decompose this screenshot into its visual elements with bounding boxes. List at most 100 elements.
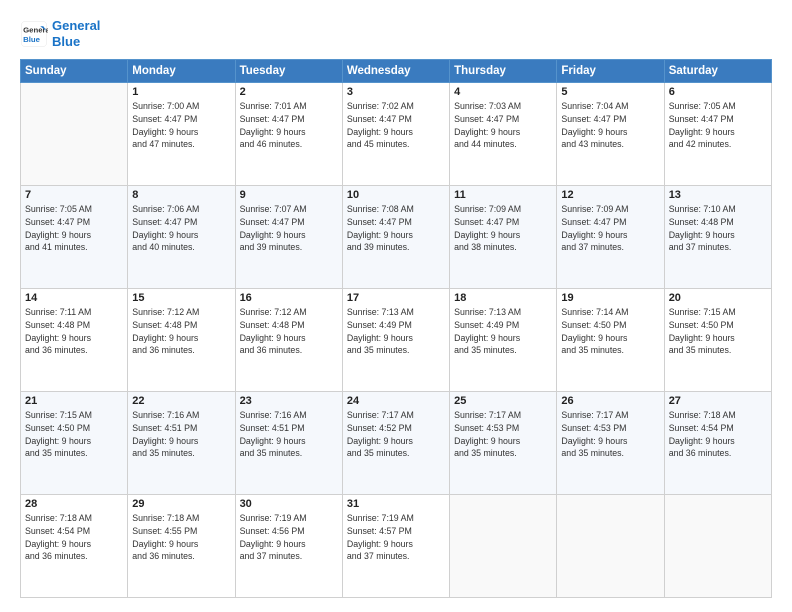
calendar-cell [664,495,771,598]
calendar-header-wednesday: Wednesday [342,60,449,83]
day-detail: Sunrise: 7:16 AM Sunset: 4:51 PM Dayligh… [132,409,230,460]
day-detail: Sunrise: 7:08 AM Sunset: 4:47 PM Dayligh… [347,203,445,254]
calendar-cell: 23 Sunrise: 7:16 AM Sunset: 4:51 PM Dayli… [235,392,342,495]
day-detail: Sunrise: 7:17 AM Sunset: 4:53 PM Dayligh… [454,409,552,460]
day-number: 12 [561,189,659,201]
day-number: 9 [240,189,338,201]
day-number: 21 [25,395,123,407]
calendar-cell: 11 Sunrise: 7:09 AM Sunset: 4:47 PM Dayli… [450,186,557,289]
calendar-cell: 24 Sunrise: 7:17 AM Sunset: 4:52 PM Dayli… [342,392,449,495]
day-detail: Sunrise: 7:13 AM Sunset: 4:49 PM Dayligh… [454,306,552,357]
calendar-cell: 6 Sunrise: 7:05 AM Sunset: 4:47 PM Daylig… [664,83,771,186]
calendar-cell [21,83,128,186]
day-number: 16 [240,292,338,304]
calendar-cell: 2Sunrise: 7:01 AM Sunset: 4:47 PM Daylig… [235,83,342,186]
day-detail: Sunrise: 7:14 AM Sunset: 4:50 PM Dayligh… [561,306,659,357]
calendar-cell: 5 Sunrise: 7:04 AM Sunset: 4:47 PM Daylig… [557,83,664,186]
day-number: 10 [347,189,445,201]
day-number: 24 [347,395,445,407]
day-number: 17 [347,292,445,304]
day-number: 26 [561,395,659,407]
day-number: 19 [561,292,659,304]
calendar-cell: 22 Sunrise: 7:16 AM Sunset: 4:51 PM Dayli… [128,392,235,495]
day-detail: Sunrise: 7:17 AM Sunset: 4:53 PM Dayligh… [561,409,659,460]
day-detail: Sunrise: 7:05 AM Sunset: 4:47 PM Dayligh… [25,203,123,254]
day-detail: Sunrise: 7:00 AM Sunset: 4:47 PM Dayligh… [132,100,230,151]
day-detail: Sunrise: 7:04 AM Sunset: 4:47 PM Dayligh… [561,100,659,151]
calendar-header-sunday: Sunday [21,60,128,83]
day-detail: Sunrise: 7:02 AM Sunset: 4:47 PM Dayligh… [347,100,445,151]
day-number: 30 [240,498,338,510]
day-number: 20 [669,292,767,304]
day-number: 22 [132,395,230,407]
calendar-cell: 4 Sunrise: 7:03 AM Sunset: 4:47 PM Daylig… [450,83,557,186]
calendar-week-4: 21 Sunrise: 7:15 AM Sunset: 4:50 PM Dayli… [21,392,772,495]
day-number: 2 [240,86,338,98]
day-number: 4 [454,86,552,98]
day-detail: Sunrise: 7:16 AM Sunset: 4:51 PM Dayligh… [240,409,338,460]
day-number: 8 [132,189,230,201]
day-number: 14 [25,292,123,304]
day-detail: Sunrise: 7:15 AM Sunset: 4:50 PM Dayligh… [25,409,123,460]
calendar-cell [450,495,557,598]
calendar-cell: 14 Sunrise: 7:11 AM Sunset: 4:48 PM Dayli… [21,289,128,392]
calendar-cell: 12 Sunrise: 7:09 AM Sunset: 4:47 PM Dayli… [557,186,664,289]
calendar-week-2: 7 Sunrise: 7:05 AM Sunset: 4:47 PM Daylig… [21,186,772,289]
calendar-cell: 26 Sunrise: 7:17 AM Sunset: 4:53 PM Dayli… [557,392,664,495]
calendar-header-friday: Friday [557,60,664,83]
calendar-cell: 8 Sunrise: 7:06 AM Sunset: 4:47 PM Daylig… [128,186,235,289]
calendar-cell: 21 Sunrise: 7:15 AM Sunset: 4:50 PM Dayli… [21,392,128,495]
calendar-cell: 30 Sunrise: 7:19 AM Sunset: 4:56 PM Dayli… [235,495,342,598]
calendar-header-monday: Monday [128,60,235,83]
calendar-week-3: 14 Sunrise: 7:11 AM Sunset: 4:48 PM Dayli… [21,289,772,392]
calendar-cell: 19 Sunrise: 7:14 AM Sunset: 4:50 PM Dayli… [557,289,664,392]
day-number: 31 [347,498,445,510]
calendar-cell: 29Sunrise: 7:18 AM Sunset: 4:55 PM Dayli… [128,495,235,598]
day-detail: Sunrise: 7:12 AM Sunset: 4:48 PM Dayligh… [132,306,230,357]
day-number: 23 [240,395,338,407]
calendar-header-saturday: Saturday [664,60,771,83]
day-number: 27 [669,395,767,407]
day-detail: Sunrise: 7:06 AM Sunset: 4:47 PM Dayligh… [132,203,230,254]
day-detail: Sunrise: 7:09 AM Sunset: 4:47 PM Dayligh… [561,203,659,254]
calendar-table: SundayMondayTuesdayWednesdayThursdayFrid… [20,59,772,598]
calendar-cell: 13 Sunrise: 7:10 AM Sunset: 4:48 PM Dayli… [664,186,771,289]
day-detail: Sunrise: 7:19 AM Sunset: 4:57 PM Dayligh… [347,512,445,563]
day-number: 1 [132,86,230,98]
calendar-cell: 10 Sunrise: 7:08 AM Sunset: 4:47 PM Dayli… [342,186,449,289]
day-detail: Sunrise: 7:11 AM Sunset: 4:48 PM Dayligh… [25,306,123,357]
day-detail: Sunrise: 7:10 AM Sunset: 4:48 PM Dayligh… [669,203,767,254]
calendar-cell: 25 Sunrise: 7:17 AM Sunset: 4:53 PM Dayli… [450,392,557,495]
day-detail: Sunrise: 7:12 AM Sunset: 4:48 PM Dayligh… [240,306,338,357]
day-detail: Sunrise: 7:19 AM Sunset: 4:56 PM Dayligh… [240,512,338,563]
calendar-cell: 7 Sunrise: 7:05 AM Sunset: 4:47 PM Daylig… [21,186,128,289]
day-detail: Sunrise: 7:17 AM Sunset: 4:52 PM Dayligh… [347,409,445,460]
day-detail: Sunrise: 7:05 AM Sunset: 4:47 PM Dayligh… [669,100,767,151]
logo-text: GeneralBlue [52,18,100,49]
day-number: 11 [454,189,552,201]
calendar-week-5: 28Sunrise: 7:18 AM Sunset: 4:54 PM Dayli… [21,495,772,598]
day-number: 7 [25,189,123,201]
day-number: 13 [669,189,767,201]
calendar-cell: 20 Sunrise: 7:15 AM Sunset: 4:50 PM Dayli… [664,289,771,392]
day-number: 25 [454,395,552,407]
logo: General Blue GeneralBlue [20,18,100,49]
day-detail: Sunrise: 7:18 AM Sunset: 4:54 PM Dayligh… [25,512,123,563]
calendar-cell: 16 Sunrise: 7:12 AM Sunset: 4:48 PM Dayli… [235,289,342,392]
calendar-cell: 31 Sunrise: 7:19 AM Sunset: 4:57 PM Dayli… [342,495,449,598]
day-number: 5 [561,86,659,98]
day-detail: Sunrise: 7:03 AM Sunset: 4:47 PM Dayligh… [454,100,552,151]
day-number: 15 [132,292,230,304]
calendar-cell: 3Sunrise: 7:02 AM Sunset: 4:47 PM Daylig… [342,83,449,186]
logo-icon: General Blue [20,20,48,48]
day-number: 6 [669,86,767,98]
calendar-cell: 1 Sunrise: 7:00 AM Sunset: 4:47 PM Daylig… [128,83,235,186]
day-detail: Sunrise: 7:13 AM Sunset: 4:49 PM Dayligh… [347,306,445,357]
calendar-week-1: 1 Sunrise: 7:00 AM Sunset: 4:47 PM Daylig… [21,83,772,186]
calendar-cell: 15 Sunrise: 7:12 AM Sunset: 4:48 PM Dayli… [128,289,235,392]
svg-text:Blue: Blue [23,34,41,43]
day-detail: Sunrise: 7:09 AM Sunset: 4:47 PM Dayligh… [454,203,552,254]
day-number: 29 [132,498,230,510]
day-detail: Sunrise: 7:15 AM Sunset: 4:50 PM Dayligh… [669,306,767,357]
calendar-cell: 28Sunrise: 7:18 AM Sunset: 4:54 PM Dayli… [21,495,128,598]
